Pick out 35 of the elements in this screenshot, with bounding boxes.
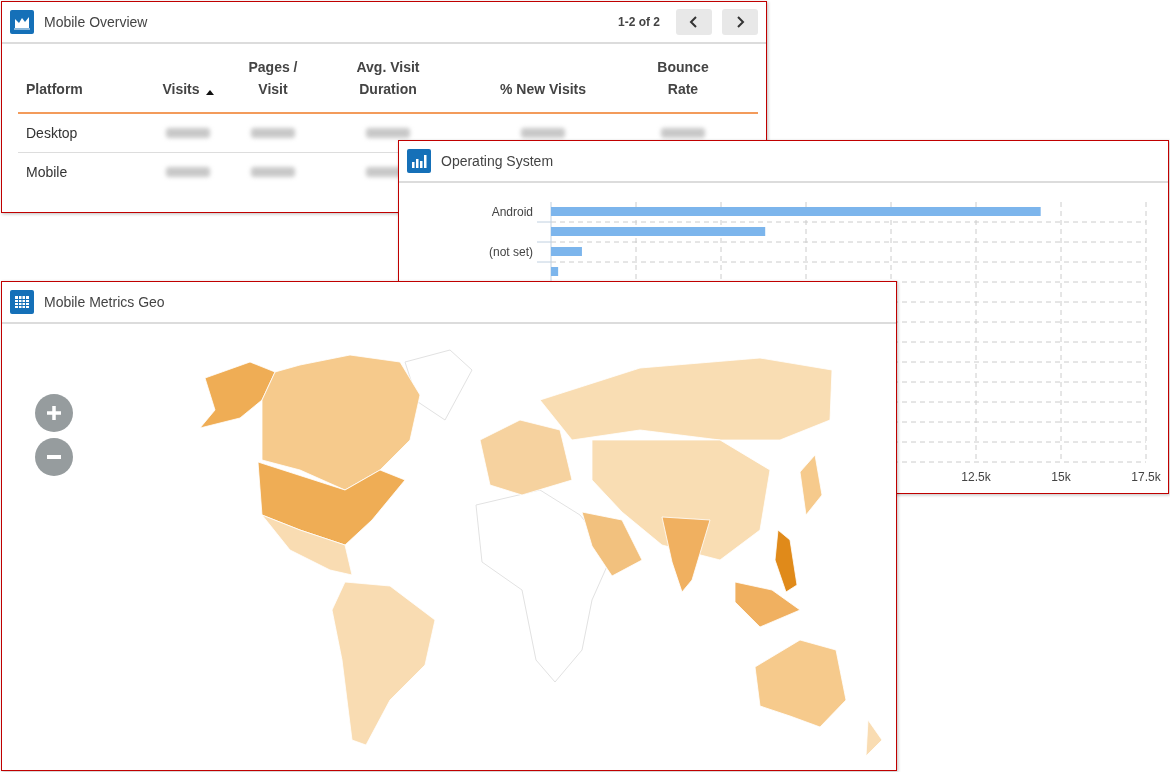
zoom-in-button[interactable] — [35, 394, 73, 432]
chevron-left-icon — [689, 16, 699, 28]
table-icon — [10, 290, 34, 314]
minus-icon — [47, 455, 61, 459]
blurred-value — [661, 128, 705, 138]
area-chart-icon — [10, 10, 34, 34]
blurred-value — [366, 128, 410, 138]
table-cell-text: Mobile — [25, 164, 69, 180]
category-label: (not set) — [489, 245, 533, 259]
column-header[interactable]: Platform — [26, 78, 83, 100]
bar-chart-icon — [407, 149, 431, 173]
column-header[interactable]: Visits — [162, 78, 200, 100]
blurred-value — [521, 128, 565, 138]
next-page-button[interactable] — [722, 9, 758, 35]
previous-page-button[interactable] — [676, 9, 712, 35]
table-cell-text: Desktop — [25, 125, 79, 141]
blurred-value — [251, 128, 295, 138]
widget-title: Operating System — [441, 153, 554, 169]
column-header[interactable]: Pages / Visit — [243, 56, 303, 100]
x-tick-label: 15k — [1051, 470, 1071, 484]
column-header[interactable]: Bounce Rate — [648, 56, 718, 100]
column-header[interactable]: Avg. Visit Duration — [343, 56, 433, 100]
plus-icon — [45, 404, 63, 422]
zoom-out-button[interactable] — [35, 438, 73, 476]
blurred-value — [166, 128, 210, 138]
widget-title: Mobile Metrics Geo — [44, 294, 165, 310]
column-header[interactable]: % New Visits — [499, 78, 587, 100]
x-tick-label: 12.5k — [961, 470, 991, 484]
blurred-value — [166, 167, 210, 177]
blurred-value — [251, 167, 295, 177]
pagination-label: 1-2 of 2 — [618, 15, 660, 29]
category-label: Android — [491, 205, 533, 219]
widget-title: Mobile Overview — [44, 14, 148, 30]
x-tick-label: 17.5k — [1131, 470, 1161, 484]
chevron-right-icon — [735, 16, 745, 28]
